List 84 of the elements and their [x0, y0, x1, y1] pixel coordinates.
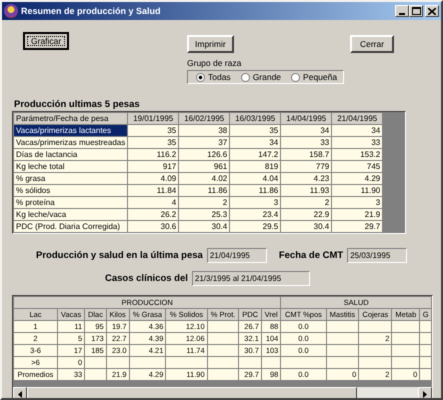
table-cell: 961: [178, 160, 230, 172]
table-cell: 116.2: [128, 148, 179, 160]
horizontal-scrollbar[interactable]: [13, 387, 432, 398]
table-cell: 35: [230, 124, 281, 136]
close-button[interactable]: [425, 5, 439, 17]
table-cell: 35: [128, 124, 179, 136]
table-cell: 147.2: [230, 148, 281, 160]
table-cell: 126.6: [178, 148, 230, 160]
table-cell: 34: [230, 136, 281, 148]
table-cell: 22.9: [280, 208, 332, 220]
table-cell: 30.4: [178, 220, 230, 232]
radio-option[interactable]: Todas: [196, 72, 231, 82]
date-field: 21/04/1995: [206, 248, 267, 263]
table-cell: Vacas/primerizas muestreadas: [14, 136, 128, 148]
left-arrow-icon: [18, 390, 22, 398]
date-field: 25/03/1995: [347, 248, 408, 263]
table-cell: 4: [128, 196, 179, 208]
table-cell: 11.84: [128, 184, 179, 196]
column-header: 16/03/1995: [230, 112, 281, 124]
table-cell: 11.86: [230, 184, 281, 196]
table-cell: 33: [332, 136, 383, 148]
table-cell: 11.90: [332, 184, 383, 196]
table-cell: 3: [230, 196, 281, 208]
table-cell: 26.2: [128, 208, 179, 220]
window-title: Resumen de producción y Salud: [21, 6, 162, 16]
table-cell: 34: [280, 124, 332, 136]
table-cell: 21.9: [332, 208, 383, 220]
table-cell: 158.7: [280, 148, 332, 160]
group-label: Grupo de raza: [187, 58, 242, 68]
table-cell: 34: [332, 124, 383, 136]
table-cell: 25.3: [178, 208, 230, 220]
field-label: Fecha de CMT: [278, 250, 344, 261]
table-cell: 23.4: [230, 208, 281, 220]
close-dialog-button[interactable]: Cerrar: [350, 35, 394, 53]
table-cell: 4.04: [230, 172, 281, 184]
date-range-field: 21/3/1995 al 21/04/1995: [192, 271, 310, 286]
radio-option[interactable]: Pequeña: [291, 72, 338, 82]
table-cell: % grasa: [14, 172, 128, 184]
column-header: Parámetro/Fecha de pesa: [14, 112, 128, 124]
app-icon: [4, 4, 18, 18]
table-cell: 4.23: [280, 172, 332, 184]
column-header: 21/04/1995: [332, 112, 383, 124]
table-cell: 33: [280, 136, 332, 148]
table-cell: 4.02: [178, 172, 230, 184]
graph-button[interactable]: Graficar: [23, 32, 70, 50]
table-cell: 745: [332, 160, 383, 172]
table-cell: 30.4: [280, 220, 332, 232]
table-cell: % proteína: [14, 196, 128, 208]
section-title: Producción ultimas 5 pesas: [14, 99, 141, 110]
minimize-button[interactable]: [395, 5, 409, 17]
maximize-icon: [412, 7, 420, 15]
table-cell: 4.29: [332, 172, 383, 184]
table-cell: Kg leche/vaca: [14, 208, 128, 220]
column-header: 14/04/1995: [280, 112, 332, 124]
table-cell: 37: [178, 136, 230, 148]
table-cell: 30.6: [128, 220, 179, 232]
print-button[interactable]: Imprimir: [187, 35, 234, 53]
table-cell: 29.5: [230, 220, 281, 232]
column-header: 16/02/1995: [178, 112, 230, 124]
table-cell: Kg leche total: [14, 160, 128, 172]
column-header: 19/01/1995: [128, 112, 179, 124]
table-cell: 3: [332, 196, 383, 208]
table-cell: 11.86: [178, 184, 230, 196]
table-cell: 819: [230, 160, 281, 172]
table-cell: 4.09: [128, 172, 179, 184]
field-label: Casos clínicos del: [105, 273, 188, 284]
table-cell: 153.2: [332, 148, 383, 160]
table-cell: 2: [280, 196, 332, 208]
field-label: Producción y salud en la última pesa: [36, 250, 203, 261]
table-cell: 917: [128, 160, 179, 172]
radio-option[interactable]: Grande: [240, 72, 282, 82]
table-cell: 29.7: [332, 220, 383, 232]
table-cell: 779: [280, 160, 332, 172]
table-cell: 35: [128, 136, 179, 148]
table-cell: PDC (Prod. Diaria Corregida): [14, 220, 128, 232]
table-cell: Días de lactancia: [14, 148, 128, 160]
table-cell: % sólidos: [14, 184, 128, 196]
table-cell: 2: [178, 196, 230, 208]
table-cell: 38: [178, 124, 230, 136]
right-arrow-icon: [423, 390, 427, 398]
maximize-button[interactable]: [409, 5, 423, 17]
close-icon: [428, 8, 436, 14]
table-cell: 11.93: [280, 184, 332, 196]
table-cell: Vacas/primerizas lactantes: [14, 124, 128, 136]
